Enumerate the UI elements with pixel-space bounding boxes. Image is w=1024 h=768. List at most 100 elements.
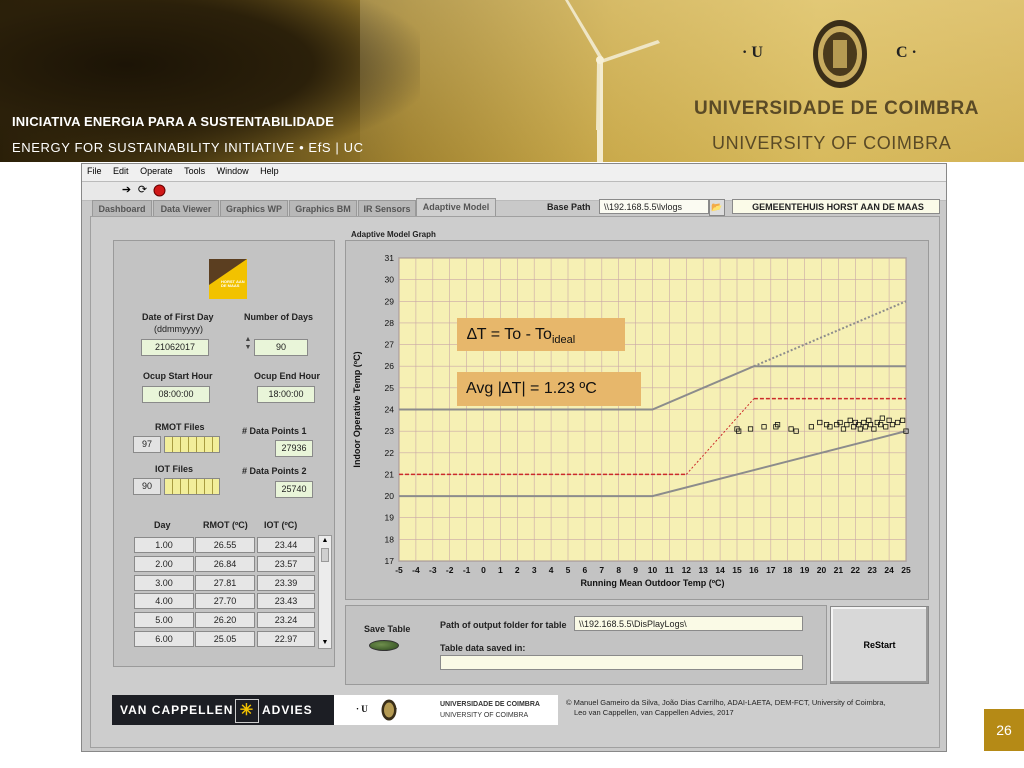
x-tick-label: 12 [682, 565, 692, 575]
header-banner: INICIATIVA ENERGIA PARA A SUSTENTABILIDA… [0, 0, 1024, 162]
x-tick-label: 16 [749, 565, 759, 575]
x-tick-label: 13 [698, 565, 708, 575]
menu-tools[interactable]: Tools [179, 164, 209, 176]
x-tick-label: 10 [648, 565, 658, 575]
ocup-start-field[interactable]: 08:00:00 [142, 386, 210, 403]
tab-adaptive-model[interactable]: Adaptive Model [416, 198, 496, 217]
menu-edit[interactable]: Edit [108, 164, 133, 176]
ocup-end-label: Ocup End Hour [254, 371, 320, 381]
uc-letter-c: C · [896, 44, 917, 61]
run-arrow-icon[interactable]: ➔ [120, 184, 133, 197]
delta-t-formula: ∆T = To - To [467, 326, 552, 343]
menu-operate[interactable]: Operate [135, 164, 177, 176]
vc-name-left: VAN CAPPELLEN [120, 703, 234, 717]
x-tick-label: 5 [566, 565, 571, 575]
number-days-stepper[interactable]: ▲ ▼ [244, 336, 252, 354]
uc-footer-logo: · U C · UNIVERSIDADE DE COIMBRA UNIVERSI… [346, 695, 558, 725]
x-tick-label: 1 [498, 565, 503, 575]
scroll-down-icon[interactable]: ▼ [319, 638, 331, 648]
x-tick-label: 22 [851, 565, 861, 575]
table-cell: 6.00 [134, 631, 194, 647]
data-points1-label: # Data Points 1 [242, 426, 307, 436]
table-cell: 5.00 [134, 612, 194, 629]
x-tick-label: 19 [800, 565, 810, 575]
y-tick-label: 18 [385, 534, 395, 544]
run-continuous-icon[interactable]: ⟳ [136, 184, 149, 197]
y-tick-label: 20 [385, 491, 395, 501]
y-tick-label: 24 [385, 405, 395, 415]
restart-button[interactable]: ReStart [830, 606, 929, 684]
x-tick-label: 23 [867, 565, 877, 575]
date-format-label: (ddmmyyyy) [154, 324, 203, 334]
output-folder-field[interactable]: \\192.168.5.5\DisPlayLogs\ [574, 616, 803, 631]
date-first-day-field[interactable]: 21062017 [141, 339, 209, 356]
menu-window[interactable]: Window [212, 164, 253, 176]
rmot-files-progress-bar [164, 436, 220, 453]
save-table-label: Save Table [364, 624, 411, 634]
x-tick-label: 20 [817, 565, 827, 575]
table-cell: 23.43 [257, 593, 315, 610]
university-name-en: UNIVERSITY OF COIMBRA [712, 133, 952, 153]
base-path-field[interactable]: \\192.168.5.5\lvlogs [599, 199, 709, 214]
y-tick-label: 21 [385, 469, 395, 479]
iot-files-label: IOT Files [155, 464, 194, 474]
x-tick-label: 21 [834, 565, 844, 575]
table-cell: 23.24 [257, 612, 315, 629]
copyright-text: © Manuel Gameiro da Silva, João Dias Car… [566, 698, 886, 718]
table-cell: 23.39 [257, 574, 315, 591]
scroll-up-icon[interactable]: ▲ [319, 536, 331, 546]
abort-stop-icon[interactable] [153, 184, 166, 197]
x-tick-label: 24 [884, 565, 894, 575]
browse-folder-icon[interactable]: 📂 [709, 199, 725, 216]
save-table-toggle[interactable] [369, 640, 399, 651]
x-tick-label: 6 [583, 565, 588, 575]
iot-files-progress-bar [164, 478, 220, 495]
adaptive-model-chart: -5 -4 -3 -2 -1 0 1 2 3 4 5 6 7 8 9 10 11 12 13 14 15 16 17 18 19… [352, 253, 911, 588]
scroll-thumb[interactable] [321, 548, 329, 562]
output-folder-label: Path of output folder for table [440, 620, 567, 630]
table-cell: 25.05 [195, 631, 255, 647]
initiative-title-en: ENERGY FOR SUSTAINABILITY INITIATIVE • E… [12, 140, 364, 155]
vc-name-right: ADVIES [262, 703, 313, 717]
tab-graphics-wp[interactable]: Graphics WP [220, 200, 288, 217]
x-axis-label: Running Mean Outdoor Temp (ºC) [580, 578, 724, 588]
y-axis-label: Indoor Operative Temp (ºC) [352, 351, 362, 467]
x-tick-label: 3 [532, 565, 537, 575]
graph-title: Adaptive Model Graph [351, 230, 436, 239]
table-cell: 3.00 [134, 574, 194, 591]
x-tick-label: -4 [412, 565, 420, 575]
menu-help[interactable]: Help [255, 164, 283, 176]
footer-logos: VAN CAPPELLEN ✳ ADVIES · U C · UNIVERSID… [112, 695, 558, 725]
logo-text: HORST AAN DE MAAS [221, 279, 245, 288]
tab-graphics-bm[interactable]: Graphics BM [289, 200, 357, 217]
copyright-line2: Leo van Cappellen, van Cappellen Advies,… [574, 708, 734, 717]
y-tick-label: 29 [385, 296, 395, 306]
x-tick-label: -1 [463, 565, 471, 575]
y-tick-label: 26 [385, 361, 395, 371]
tab-ir-sensors[interactable]: IR Sensors [358, 200, 416, 217]
y-tick-label: 31 [385, 253, 395, 263]
table-cell: 27.70 [195, 593, 255, 610]
table-cell: 26.20 [195, 612, 255, 629]
uc-footer-name-pt: UNIVERSIDADE DE COIMBRA [440, 701, 540, 708]
number-days-field[interactable]: 90 [254, 339, 308, 356]
table-cell: 2.00 [134, 555, 194, 572]
x-tick-label: 4 [549, 565, 554, 575]
date-first-day-label: Date of First Day [142, 312, 214, 322]
menu-file[interactable]: File [82, 164, 106, 176]
base-path-label: Base Path [547, 202, 591, 212]
ocup-end-field[interactable]: 18:00:00 [257, 386, 315, 403]
van-cappellen-logo: VAN CAPPELLEN ✳ ADVIES [112, 695, 334, 725]
uc-footer-name-en: UNIVERSITY OF COIMBRA [440, 712, 529, 719]
y-tick-label: 25 [385, 383, 395, 393]
table-header-rmot: RMOT (ºC) [203, 520, 248, 530]
table-cell: 23.57 [257, 555, 315, 572]
data-points2-label: # Data Points 2 [242, 466, 307, 476]
data-points2-field: 25740 [275, 481, 313, 498]
copyright-line1: © Manuel Gameiro da Silva, João Dias Car… [566, 698, 886, 707]
table-cell: 1.00 [134, 537, 194, 553]
tab-data-viewer[interactable]: Data Viewer [153, 200, 219, 217]
tab-dashboard[interactable]: Dashboard [92, 200, 152, 217]
table-scrollbar[interactable]: ▲ ▼ [318, 535, 332, 649]
x-tick-label: 0 [481, 565, 486, 575]
